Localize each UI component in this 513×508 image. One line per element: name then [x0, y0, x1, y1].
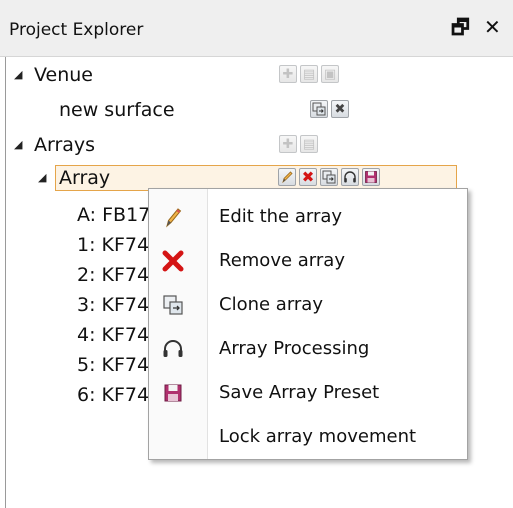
tree-item-child[interactable]: A: FB17 [77, 200, 150, 230]
tree-item-array[interactable]: Array [59, 163, 110, 193]
float-window-icon[interactable]: 🗗 [451, 16, 470, 38]
menu-item-lock-array-movement[interactable]: Lock array movement [149, 414, 467, 458]
expand-arrays-icon[interactable]: ◢ [14, 138, 22, 151]
tree-item-new-surface[interactable]: new surface [59, 95, 175, 125]
menu-item-label: Array Processing [219, 338, 370, 359]
menu-item-edit-array[interactable]: Edit the array [149, 194, 467, 238]
close-icon[interactable]: ✕ [484, 16, 501, 38]
save-icon[interactable]: ▣ [321, 65, 339, 83]
menu-item-label: Lock array movement [219, 426, 417, 447]
expand-array-icon[interactable]: ◢ [38, 171, 46, 184]
tree-item-arrays[interactable]: Arrays [34, 130, 95, 160]
add-icon[interactable]: ✚ [279, 65, 297, 83]
clone-icon [161, 293, 185, 317]
project-explorer-panel: Project Explorer 🗗 ✕ ◢ Venue ✚ ▤ ▣ new s… [0, 0, 513, 508]
tree-item-child[interactable]: 4: KF74 [77, 320, 149, 350]
menu-item-label: Remove array [219, 250, 345, 271]
panel-header: Project Explorer 🗗 ✕ [0, 0, 513, 57]
load-icon[interactable]: ▤ [300, 135, 318, 153]
tree-item-child[interactable]: 3: KF74 [77, 290, 149, 320]
clone-icon[interactable] [310, 100, 328, 118]
save-icon [161, 381, 185, 405]
tree-item-child[interactable]: 2: KF74 [77, 260, 149, 290]
panel-left-border [5, 57, 6, 508]
headphones-icon[interactable] [341, 168, 359, 186]
panel-title: Project Explorer [9, 20, 144, 40]
pencil-icon[interactable] [278, 168, 296, 186]
save-icon[interactable] [362, 168, 380, 186]
tree-item-child[interactable]: 5: KF74 [77, 350, 149, 380]
menu-item-remove-array[interactable]: Remove array [149, 238, 467, 282]
add-icon[interactable]: ✚ [279, 135, 297, 153]
pencil-icon [161, 205, 185, 229]
expand-venue-icon[interactable]: ◢ [14, 68, 22, 81]
red-x-icon[interactable]: ✖ [299, 168, 317, 186]
menu-item-clone-array[interactable]: Clone array [149, 282, 467, 326]
menu-item-array-processing[interactable]: Array Processing [149, 326, 467, 370]
array-toolbar: ✖ [278, 168, 380, 188]
context-menu: Edit the array Remove array Clone array … [148, 188, 468, 460]
menu-item-save-array-preset[interactable]: Save Array Preset [149, 370, 467, 414]
red-x-icon [161, 249, 185, 273]
load-icon[interactable]: ▤ [300, 65, 318, 83]
venue-toolbar: ✚ ▤ ▣ [279, 65, 339, 85]
tree-item-child[interactable]: 6: KF74 [77, 380, 149, 410]
remove-icon[interactable]: ✖ [331, 100, 349, 118]
tree-item-child[interactable]: 1: KF74 [77, 230, 149, 260]
arrays-toolbar: ✚ ▤ [279, 135, 318, 155]
clone-icon[interactable] [320, 168, 338, 186]
menu-item-label: Clone array [219, 294, 323, 315]
menu-item-label: Edit the array [219, 206, 343, 227]
tree-item-venue[interactable]: Venue [34, 60, 93, 90]
surface-toolbar: ✖ [310, 100, 349, 120]
headphones-icon [161, 337, 185, 361]
menu-item-label: Save Array Preset [219, 382, 380, 403]
